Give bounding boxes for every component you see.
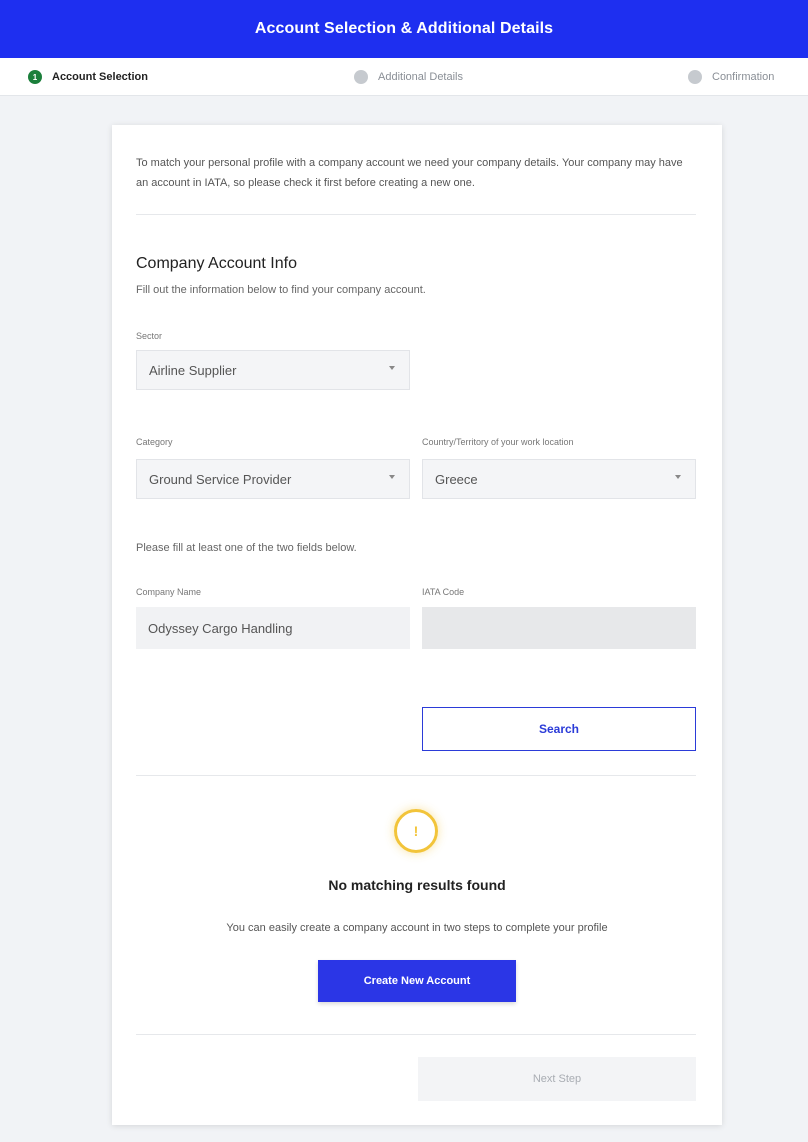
- iata-code-input[interactable]: [422, 607, 696, 649]
- intro-text: To match your personal profile with a co…: [136, 157, 683, 189]
- section-title: Company Account Info: [136, 255, 297, 272]
- chevron-down-icon: [389, 366, 395, 370]
- sector-value: Airline Supplier: [149, 362, 237, 378]
- header-bar: Account Selection & Additional Details: [0, 0, 808, 58]
- progress-stepper: 1 Account Selection Additional Details C…: [0, 58, 808, 96]
- next-step-button[interactable]: Next Step: [418, 1057, 696, 1101]
- step-active-icon: 1: [28, 70, 42, 84]
- step-label: Additional Details: [378, 71, 463, 83]
- company-name-input[interactable]: Odyssey Cargo Handling: [136, 607, 410, 649]
- step-account-selection: 1 Account Selection: [28, 58, 148, 96]
- chevron-down-icon: [675, 475, 681, 479]
- iata-code-label: IATA Code: [422, 587, 465, 597]
- country-select[interactable]: Greece: [422, 459, 696, 499]
- no-results-heading: No matching results found: [328, 877, 506, 893]
- step-inactive-icon: [354, 70, 368, 84]
- category-select[interactable]: Ground Service Provider: [136, 459, 410, 499]
- account-form-card: To match your personal profile with a co…: [112, 125, 722, 1125]
- category-value: Ground Service Provider: [149, 471, 292, 487]
- create-new-account-button[interactable]: Create New Account: [318, 960, 516, 1002]
- search-button[interactable]: Search: [422, 707, 696, 751]
- company-name-label: Company Name: [136, 587, 202, 597]
- page-title: Account Selection & Additional Details: [254, 20, 554, 37]
- divider: [136, 775, 696, 776]
- step-confirmation: Confirmation: [688, 58, 774, 96]
- country-value: Greece: [435, 471, 478, 487]
- company-name-value: Odyssey Cargo Handling: [148, 620, 293, 636]
- warning-icon: !: [394, 809, 438, 853]
- step-inactive-icon: [688, 70, 702, 84]
- sector-label: Sector: [136, 331, 163, 341]
- section-subtitle: Fill out the information below to find y…: [136, 284, 426, 296]
- create-account-hint: You can easily create a company account …: [226, 922, 608, 934]
- divider: [136, 214, 696, 215]
- country-label: Country/Territory of your work location: [422, 437, 574, 447]
- divider: [136, 1034, 696, 1035]
- step-label: Account Selection: [52, 71, 148, 83]
- category-label: Category: [136, 437, 173, 447]
- step-additional-details: Additional Details: [354, 58, 463, 96]
- fill-hint: Please fill at least one of the two fiel…: [136, 542, 357, 554]
- step-label: Confirmation: [712, 71, 775, 83]
- chevron-down-icon: [389, 475, 395, 479]
- sector-select[interactable]: Airline Supplier: [136, 350, 410, 390]
